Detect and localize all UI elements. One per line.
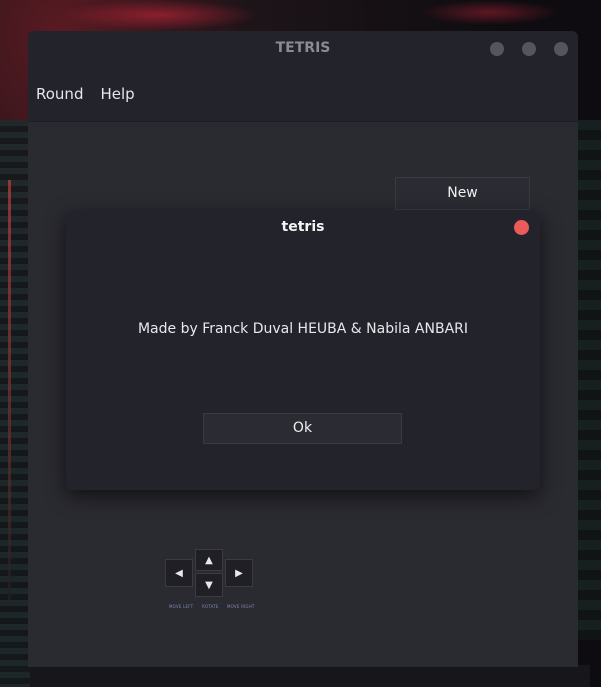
maximize-button[interactable] (522, 42, 536, 56)
menu-round[interactable]: Round (36, 85, 83, 103)
chevron-right-icon: ▶ (235, 567, 243, 579)
chevron-down-icon: ▼ (205, 579, 213, 591)
ok-button[interactable]: Ok (203, 413, 402, 444)
move-left-button[interactable]: ◀ (165, 559, 193, 587)
about-dialog: tetris Made by Franck Duval HEUBA & Nabi… (66, 211, 540, 490)
background-glow (420, 0, 560, 25)
minimize-button[interactable] (490, 42, 504, 56)
dialog-close-button[interactable] (514, 220, 529, 235)
background-glow (60, 0, 260, 30)
rotate-label: ROTATE (202, 604, 219, 609)
chevron-left-icon: ◀ (175, 567, 183, 579)
dialog-message: Made by Franck Duval HEUBA & Nabila ANBA… (137, 321, 469, 337)
close-window-button[interactable] (554, 42, 568, 56)
menubar: Round Help (28, 67, 578, 122)
rotate-up-button[interactable]: ▲ (195, 549, 223, 571)
new-game-button[interactable]: New (395, 177, 530, 210)
move-left-label: MOVE LEFT (169, 604, 194, 609)
background-strip (30, 665, 590, 687)
move-right-label: MOVE RIGHT (227, 604, 255, 609)
chevron-up-icon: ▲ (205, 554, 213, 566)
move-down-button[interactable]: ▼ (195, 573, 223, 597)
dialog-title: tetris (281, 219, 325, 235)
menu-help[interactable]: Help (100, 85, 134, 103)
titlebar: TETRIS (28, 31, 578, 67)
move-right-button[interactable]: ▶ (225, 559, 253, 587)
background-code-right (577, 120, 601, 640)
